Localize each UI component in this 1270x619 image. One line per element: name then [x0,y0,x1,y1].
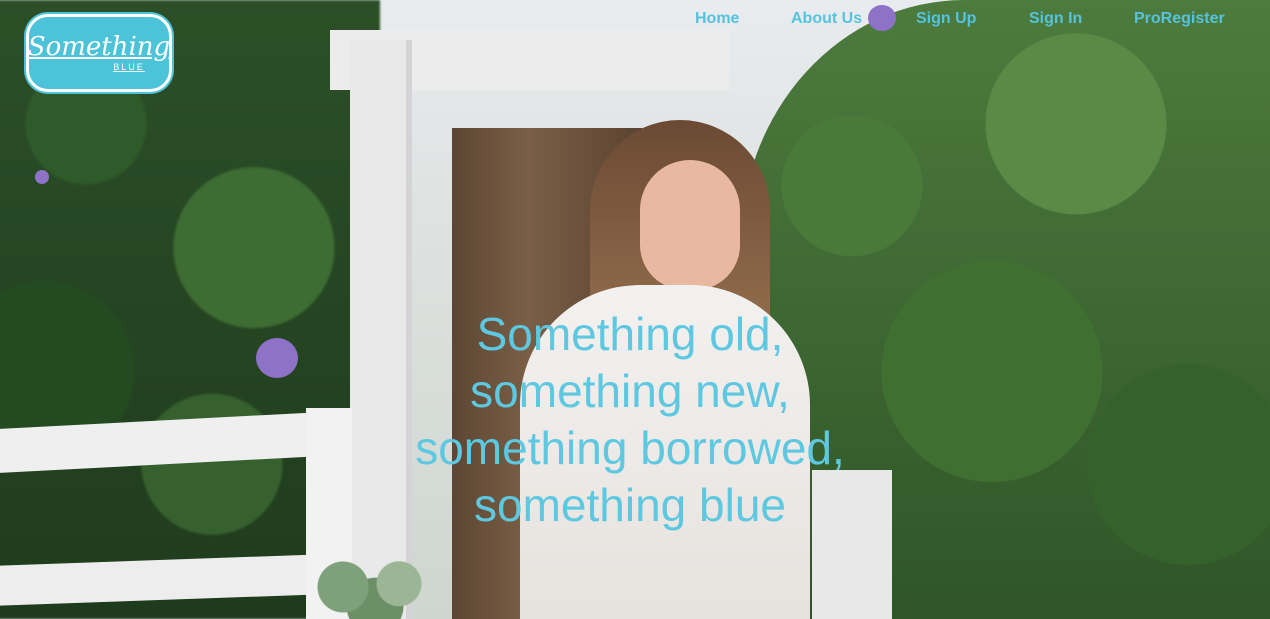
nav-sign-in[interactable]: Sign In [1029,10,1082,28]
tagline-line-3: something borrowed, [415,422,845,474]
main-navigation: Home About Us Sign Up Sign In ProRegiste… [0,10,1270,30]
tagline-line-2: something new, [470,365,790,417]
nav-about-us[interactable]: About Us [791,10,862,28]
bouquet [295,555,455,619]
logo-text: Something [27,32,171,62]
hero-tagline: Something old, something new, something … [380,306,880,534]
nav-home[interactable]: Home [695,10,739,28]
nav-pro-register[interactable]: ProRegister [1134,10,1225,28]
tagline-line-1: Something old, [476,308,784,360]
logo-subtext: BLUE [113,62,145,72]
purple-flower [35,170,49,184]
nav-sign-up[interactable]: Sign Up [916,10,976,28]
bride-face [640,160,740,290]
tagline-line-4: something blue [474,479,786,531]
purple-flower [256,338,298,378]
